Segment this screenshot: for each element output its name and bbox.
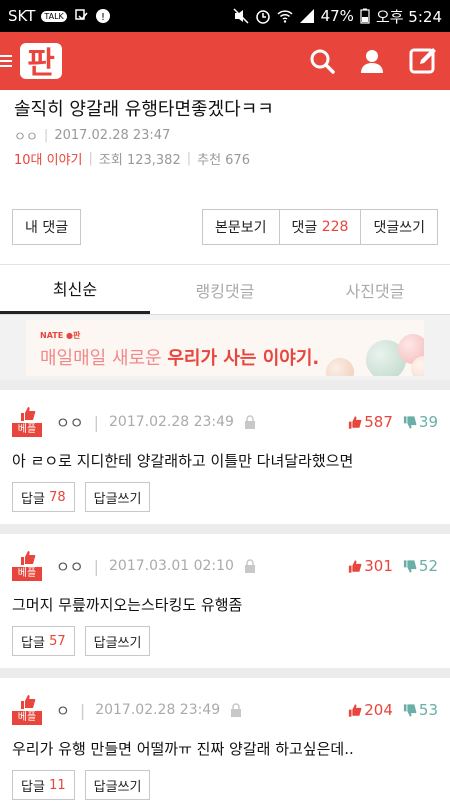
comment-author[interactable]: ㅇ <box>56 700 70 721</box>
replies-button[interactable]: 답글 78 <box>12 482 75 512</box>
post-category[interactable]: 10대 이야기 <box>14 149 83 168</box>
carrier-label: SKT <box>8 7 36 25</box>
comment-text: 그머지 무릎까지오는스타킹도 유행좀 <box>12 596 243 614</box>
post-date: 2017.02.28 23:47 <box>54 128 171 143</box>
comments-button[interactable]: 댓글 228 <box>278 209 361 245</box>
thumbs-down-icon <box>403 415 417 429</box>
write-reply-button[interactable]: 답글쓰기 <box>84 626 151 656</box>
clock: 오후 5:24 <box>375 7 442 26</box>
view-body-button[interactable]: 본문보기 <box>201 209 279 245</box>
upvote-button[interactable]: 204 <box>348 701 393 719</box>
post-recommend: 추천 676 <box>197 153 250 168</box>
search-icon[interactable] <box>308 47 336 75</box>
thumbs-down-icon <box>403 703 417 717</box>
post-title: 솔직히 양갈래 유행타면좋겠다ㅋㅋ <box>14 99 274 120</box>
menu-icon[interactable] <box>0 55 14 67</box>
upvote-button[interactable]: 301 <box>348 557 393 575</box>
reply-count: 78 <box>49 489 66 505</box>
post-author[interactable]: ㅇㅇ <box>14 126 38 145</box>
battery-percent: 47% <box>320 7 354 25</box>
comment-date: 2017.02.28 23:49 <box>95 702 221 718</box>
talk-icon: TALK <box>41 10 67 22</box>
thumbs-up-icon <box>349 415 362 429</box>
downvote-button[interactable]: 53 <box>403 701 438 719</box>
signal-icon <box>299 9 314 23</box>
upvote-count: 204 <box>364 701 393 719</box>
comment-item: 베플 ㅇㅇ | 2017.02.28 23:49 587 39 아 ㄹㅇ로 지디… <box>0 390 450 524</box>
downvote-count: 39 <box>418 413 438 431</box>
write-reply-button[interactable]: 답글쓰기 <box>84 482 151 512</box>
notification-icon: ! <box>95 9 110 23</box>
thumbs-up-icon <box>21 551 36 565</box>
banner-brand: NATE ●판 <box>40 331 81 340</box>
downvote-count: 52 <box>418 557 438 575</box>
thumbs-up-icon <box>21 695 36 709</box>
banner-text: 매일매일 새로운 우리가 사는 이야기. <box>40 348 320 369</box>
comment-text: 아 ㄹㅇ로 지디한테 양갈래하고 이틀만 다녀달라했으면 <box>12 452 354 470</box>
comment-author[interactable]: ㅇㅇ <box>56 556 84 577</box>
comment-text: 우리가 유행 만들면 어떨까ㅠ 진짜 양갈래 하고싶은데.. <box>12 740 354 758</box>
comment-date: 2017.02.28 23:49 <box>109 414 234 430</box>
pann-logo[interactable]: 판 <box>18 41 64 81</box>
user-icon[interactable] <box>358 47 386 75</box>
downvote-button[interactable]: 52 <box>403 557 438 575</box>
ad-banner[interactable]: NATE ●판 매일매일 새로운 우리가 사는 이야기. <box>26 320 424 376</box>
downvote-count: 53 <box>418 701 438 719</box>
battery-icon <box>360 8 370 24</box>
tab-latest[interactable]: 최신순 <box>0 265 150 314</box>
download-icon <box>75 9 88 21</box>
post-header: 솔직히 양갈래 유행타면좋겠다ㅋㅋ ㅇㅇ | 2017.02.28 23:47 … <box>0 90 450 190</box>
thumbs-up-icon <box>21 407 36 421</box>
upvote-count: 587 <box>364 413 393 431</box>
thumbs-up-icon <box>349 703 362 717</box>
lock-icon[interactable] <box>244 415 256 429</box>
wifi-icon <box>277 10 293 23</box>
app-header: 판 <box>0 32 450 90</box>
best-badge: 베플 <box>12 551 42 581</box>
reply-count: 57 <box>49 633 66 649</box>
reply-count: 11 <box>49 777 66 793</box>
alarm-icon <box>255 10 270 24</box>
comment-author[interactable]: ㅇㅇ <box>56 412 84 433</box>
write-icon[interactable] <box>408 45 440 77</box>
svg-text:!: ! <box>101 12 105 23</box>
replies-button[interactable]: 답글 11 <box>12 770 75 800</box>
comment-item: 베플 ㅇ | 2017.02.28 23:49 204 53 우리가 유행 만들… <box>0 678 450 812</box>
upvote-count: 301 <box>364 557 393 575</box>
tab-ranking[interactable]: 랭킹댓글 <box>150 265 300 314</box>
post-views: 조회 123,382 <box>98 153 181 168</box>
comment-tabs: 최신순 랭킹댓글 사진댓글 <box>0 265 450 315</box>
replies-button[interactable]: 답글 57 <box>12 626 75 656</box>
banner-area: NATE ●판 매일매일 새로운 우리가 사는 이야기. <box>0 315 450 380</box>
write-comment-button[interactable]: 댓글쓰기 <box>360 209 438 245</box>
tab-photo[interactable]: 사진댓글 <box>300 265 450 314</box>
upvote-button[interactable]: 587 <box>348 413 393 431</box>
thumbs-up-icon <box>349 559 362 573</box>
comments-count: 228 <box>321 219 349 235</box>
my-comments-button[interactable]: 내 댓글 <box>12 209 82 245</box>
downvote-button[interactable]: 39 <box>403 413 438 431</box>
comment-date: 2017.03.01 02:10 <box>109 558 234 574</box>
thumbs-down-icon <box>403 559 417 573</box>
mute-icon <box>233 8 249 24</box>
comment-item: 베플 ㅇㅇ | 2017.03.01 02:10 301 52 그머지 무릎까지… <box>0 534 450 668</box>
lock-icon[interactable] <box>230 703 242 717</box>
best-badge: 베플 <box>12 695 42 725</box>
write-reply-button[interactable]: 답글쓰기 <box>84 770 151 800</box>
comments-label: 댓글 <box>291 220 318 236</box>
comment-toolbar: 내 댓글 본문보기 댓글 228 댓글쓰기 <box>0 190 450 265</box>
svg-text:판: 판 <box>27 46 55 81</box>
status-bar: SKT TALK ! 47% 오후 5:24 <box>0 0 450 32</box>
lock-icon[interactable] <box>244 559 256 573</box>
best-badge: 베플 <box>12 407 42 437</box>
